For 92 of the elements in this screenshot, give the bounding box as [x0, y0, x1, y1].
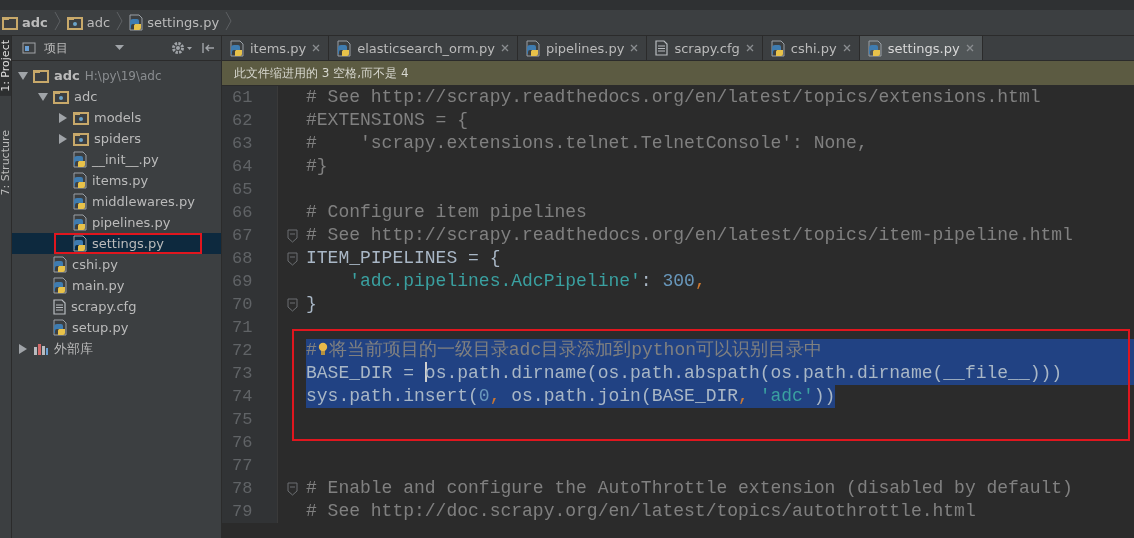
python-file-icon: [337, 39, 352, 57]
python-file-icon: [73, 214, 87, 231]
code-line: # See http://scrapy.readthedocs.org/en/latest/topics/extensions.html: [306, 86, 1041, 109]
python-file-icon: [53, 256, 67, 273]
library-icon: [33, 341, 49, 356]
code-line: 'adc.pipelines.AdcPipeline': 300,: [348, 270, 706, 293]
folder-icon: [33, 68, 49, 83]
tree-row[interactable]: pipelines.py: [12, 212, 221, 233]
tree-item-label: cshi.py: [72, 257, 118, 272]
tree-item-label: settings.py: [92, 236, 164, 251]
breadcrumb-item[interactable]: adc: [86, 15, 111, 30]
folder-icon: [2, 15, 18, 30]
dropdown-caret-icon[interactable]: [115, 45, 124, 51]
tree-row[interactable]: 外部库: [12, 338, 221, 359]
collapsed-arrow-icon[interactable]: [18, 343, 28, 354]
path-hint: H:\py\19\adc: [84, 68, 162, 83]
fold-marker-icon[interactable]: [286, 481, 298, 496]
tree-item-label: adc: [74, 89, 98, 104]
python-file-icon: [73, 172, 87, 189]
collapsed-arrow-icon[interactable]: [58, 133, 68, 144]
panel-title: 项目: [44, 39, 68, 57]
code-line: # See http://doc.scrapy.org/en/latest/topics/autothrottle.html: [306, 500, 976, 523]
fold-marker-icon[interactable]: [286, 228, 298, 243]
python-file-icon: [867, 39, 882, 57]
breadcrumb-item[interactable]: adc: [22, 15, 48, 30]
tree-item-label: pipelines.py: [92, 215, 171, 230]
tree-row[interactable]: models: [12, 107, 221, 128]
python-file-icon: [73, 235, 87, 252]
code-line: ITEM_PIPELINES = {: [306, 247, 501, 270]
fold-marker-icon[interactable]: [286, 251, 298, 266]
code-line: #}: [306, 155, 328, 178]
expanded-arrow-icon[interactable]: [38, 91, 48, 102]
python-file-icon: [73, 151, 87, 168]
code-line: #EXTENSIONS = {: [306, 109, 469, 132]
fold-marker-icon[interactable]: [286, 297, 298, 312]
code-line: # Configure item pipelines: [306, 201, 587, 224]
tree-item-label: models: [94, 110, 142, 125]
tree-row[interactable]: main.py: [12, 275, 221, 296]
python-file-icon: [129, 14, 144, 31]
tree-row[interactable]: middlewares.py: [12, 191, 221, 212]
close-icon[interactable]: [745, 44, 754, 52]
project-view-icon: [22, 42, 36, 54]
tree-row[interactable]: adc: [12, 86, 221, 107]
close-icon[interactable]: [312, 44, 321, 52]
python-file-icon: [230, 39, 244, 57]
text-file-icon: [655, 40, 669, 56]
collapse-icon[interactable]: [201, 42, 215, 54]
close-icon[interactable]: [630, 44, 639, 52]
package-folder-icon: [66, 15, 83, 30]
close-icon[interactable]: [965, 44, 974, 52]
indent-warning-banner: 此文件缩进用的 3 空格,而不是 4: [222, 61, 1134, 85]
tree-row[interactable]: scrapy.cfg: [12, 296, 221, 317]
code-line: # Enable and configure the AutoThrottle extension (disabled by default): [306, 477, 1073, 500]
python-file-icon: [53, 319, 67, 336]
python-file-icon: [73, 193, 87, 210]
tree-item-label: spiders: [94, 131, 141, 146]
code-line: # 'scrapy.extensions.telnet.TelnetConsole': None,: [306, 132, 868, 155]
breadcrumb-item[interactable]: settings.py: [147, 15, 220, 30]
tree-row[interactable]: setup.py: [12, 317, 221, 338]
tree-item-label: __init__.py: [92, 152, 159, 167]
tree-item-label: setup.py: [72, 320, 129, 335]
python-file-icon: [770, 39, 785, 57]
tree-item-label: 外部库: [54, 339, 93, 358]
lightbulb-icon[interactable]: [317, 342, 328, 356]
python-file-icon: [525, 39, 540, 57]
chevron-icon: [53, 11, 61, 31]
text-file-icon: [53, 298, 66, 315]
collapsed-arrow-icon[interactable]: [58, 112, 68, 123]
package-folder-icon: [73, 110, 89, 125]
tree-item-label: main.py: [72, 278, 125, 293]
chevron-icon: [225, 11, 233, 31]
chevron-icon: [116, 11, 124, 31]
python-file-icon: [53, 277, 67, 294]
tree-row[interactable]: items.py: [12, 170, 221, 191]
package-folder-icon: [73, 131, 89, 146]
tree-row[interactable]: adc H:\py\19\adc: [12, 65, 221, 86]
expanded-arrow-icon[interactable]: [18, 70, 28, 81]
package-folder-icon: [53, 89, 69, 104]
tree-item-label: scrapy.cfg: [71, 299, 137, 314]
close-icon[interactable]: [842, 44, 851, 52]
settings-icon[interactable]: [171, 41, 193, 55]
tree-row[interactable]: settings.py: [12, 233, 221, 254]
file-tab[interactable]: settings.py: [859, 36, 983, 60]
code-line: }: [306, 293, 317, 316]
tree-row[interactable]: spiders: [12, 128, 221, 149]
code-line: # See http://scrapy.readthedocs.org/en/latest/topics/item-pipeline.html: [306, 224, 1073, 247]
tree-item-label: items.py: [92, 173, 149, 188]
tree-item-label: adc: [54, 68, 80, 83]
tree-row[interactable]: __init__.py: [12, 149, 221, 170]
close-icon[interactable]: [500, 44, 509, 52]
tree-row[interactable]: cshi.py: [12, 254, 221, 275]
tree-item-label: middlewares.py: [92, 194, 195, 209]
